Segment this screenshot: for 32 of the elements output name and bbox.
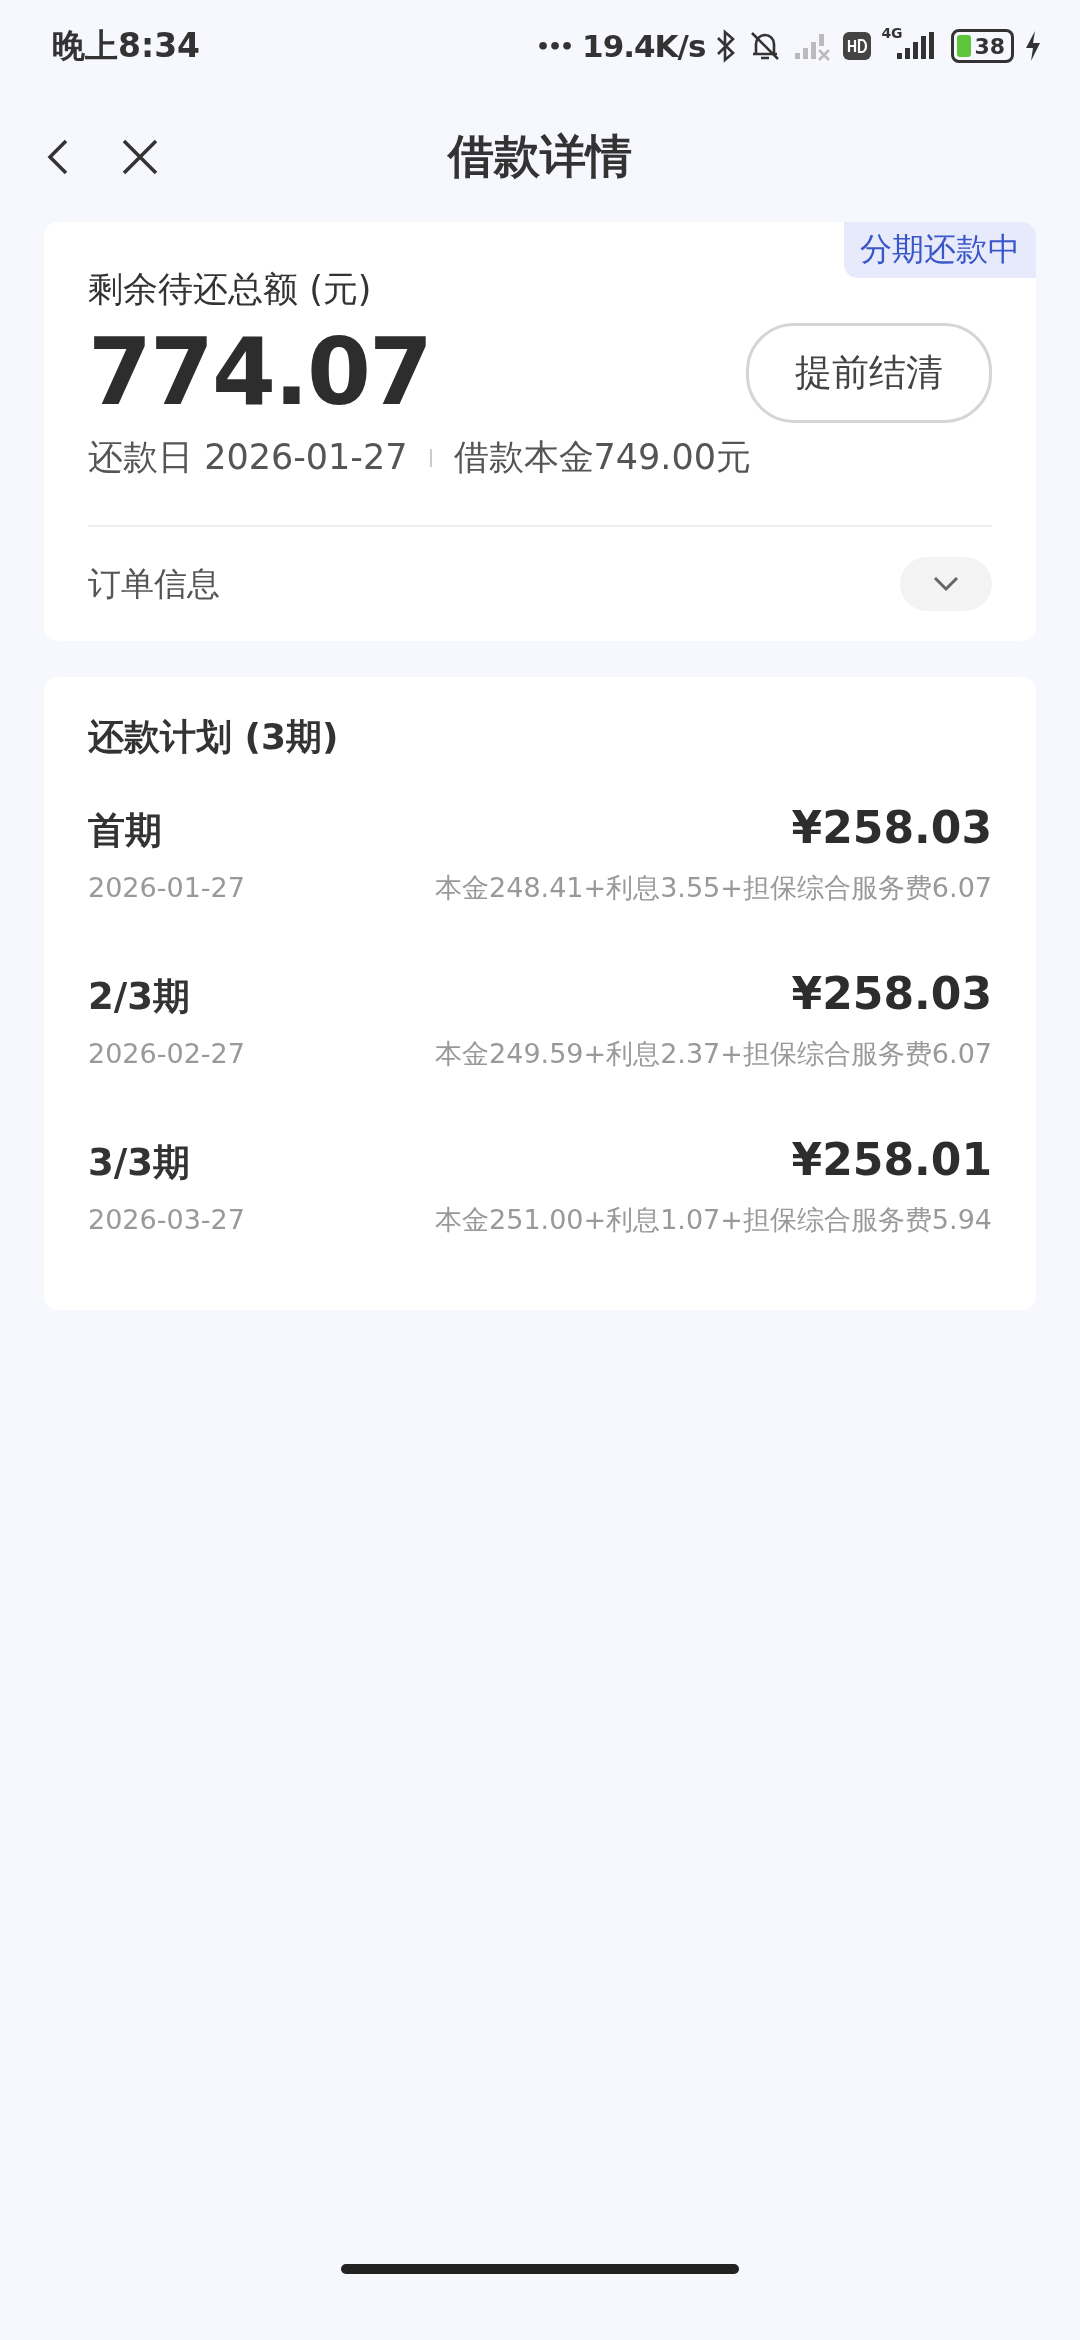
period-label: 3/3期: [88, 1140, 190, 1186]
network-speed: 19.4K/s: [582, 28, 706, 64]
amount-label: 剩余待还总额 (元): [88, 268, 373, 311]
loan-principal: 借款本金749.00元: [453, 436, 751, 479]
due-date: 2026-03-27: [88, 1204, 245, 1235]
due-date: 2026-02-27: [88, 1038, 245, 1069]
installment-amount: ¥258.03: [791, 968, 992, 1019]
amount-breakdown: 本金248.41+利息3.55+担保综合服务费6.07: [435, 871, 992, 905]
charging-icon: [1024, 30, 1042, 62]
period-label: 首期: [88, 808, 162, 854]
plan-title: 还款计划 (3期): [88, 715, 340, 759]
due-date: 还款日 2026-01-27: [88, 436, 408, 479]
chevron-down-icon: [933, 576, 959, 592]
status-badge: 分期还款中: [844, 222, 1036, 278]
back-button[interactable]: [46, 137, 70, 177]
battery-fill-icon: [957, 35, 972, 57]
network-type: 4G: [881, 25, 903, 41]
installment-amount: ¥258.01: [791, 1134, 992, 1185]
battery-level: 38: [974, 33, 1005, 59]
hd-icon: [843, 32, 872, 60]
status-dots: •••: [535, 33, 573, 59]
due-date: 2026-01-27: [88, 872, 245, 903]
page-title: 借款详情: [448, 128, 632, 185]
period-label: 2/3期: [88, 974, 190, 1020]
early-payoff-button[interactable]: 提前结清: [746, 322, 992, 423]
remaining-amount: 774.07: [88, 319, 432, 426]
close-button[interactable]: [122, 139, 158, 175]
installment-amount: ¥258.03: [791, 802, 992, 853]
status-time: 晚上8:34: [52, 24, 201, 67]
amount-breakdown: 本金249.59+利息2.37+担保综合服务费6.07: [435, 1037, 992, 1071]
order-info-label[interactable]: 订单信息: [88, 561, 220, 607]
amount-breakdown: 本金251.00+利息1.07+担保综合服务费5.94: [435, 1203, 992, 1237]
